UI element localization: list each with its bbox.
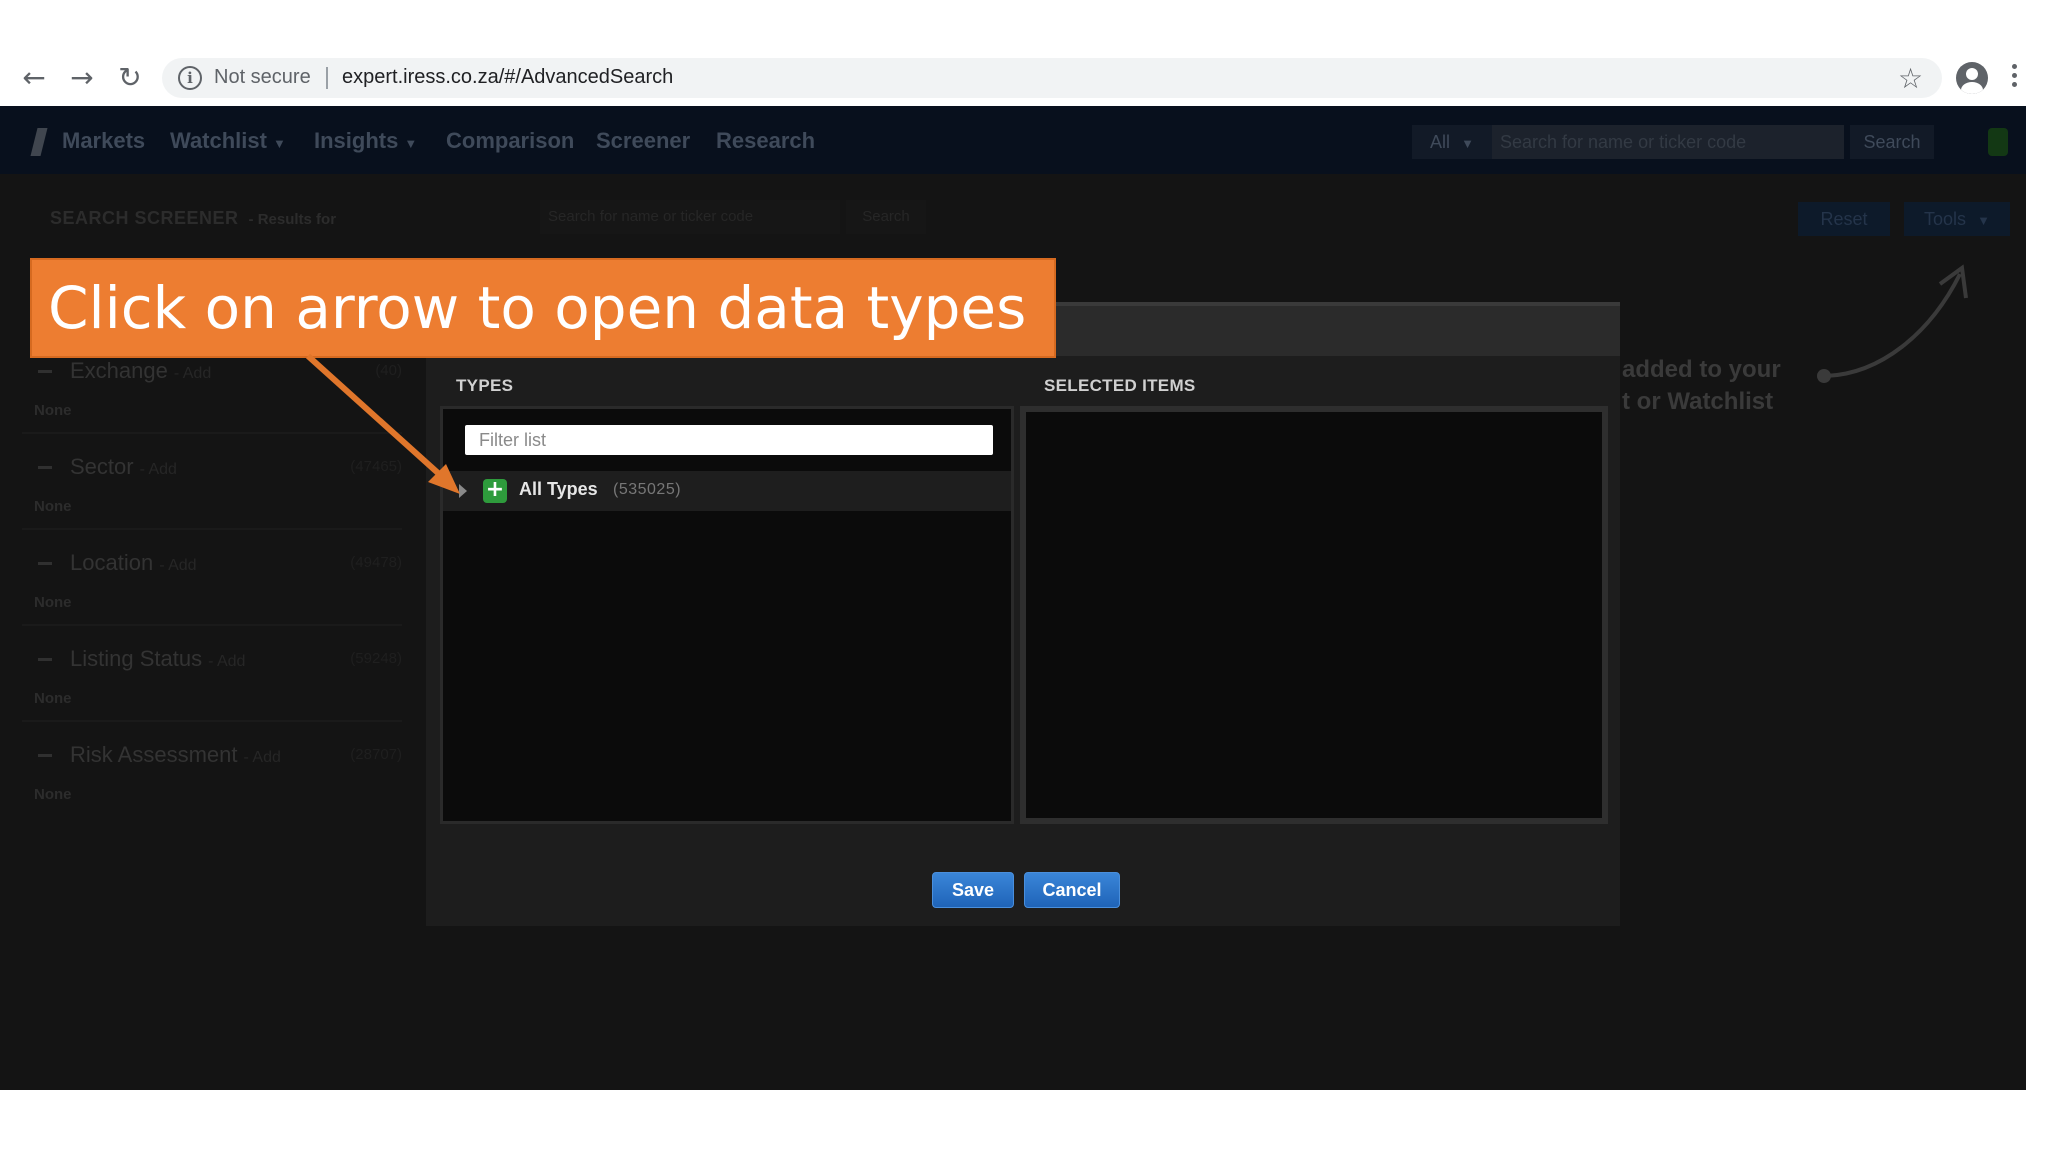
filter-count: (49478): [350, 554, 402, 571]
nav-markets[interactable]: Markets: [62, 128, 145, 154]
browser-toolbar: ← → ↻ i Not secure expert.iress.co.za/#/…: [0, 0, 2048, 106]
filter-name: Location - Add: [70, 550, 197, 576]
account-icon[interactable]: [1956, 62, 1988, 94]
security-label: Not secure: [214, 66, 311, 88]
tools-button-label: Tools: [1924, 209, 1967, 229]
screener-search-button[interactable]: Search: [846, 200, 926, 234]
nav-search-button[interactable]: Search: [1850, 125, 1934, 159]
filter-value: None: [34, 786, 72, 803]
screener-search-input[interactable]: Search for name or ticker code: [540, 200, 840, 234]
status-indicator[interactable]: [1988, 128, 2008, 156]
filter-name: Listing Status - Add: [70, 646, 245, 672]
save-button[interactable]: Save: [932, 872, 1014, 908]
info-icon[interactable]: i: [178, 66, 202, 90]
hint-line: t or Watchlist: [1622, 388, 1774, 415]
filter-name-text: Listing Status: [70, 646, 203, 671]
caret-down-icon: ▼: [404, 136, 418, 151]
filter-name-text: Exchange: [70, 358, 168, 383]
bookmark-star-icon[interactable]: ☆: [1898, 62, 1923, 95]
filter-name: Exchange - Add: [70, 358, 211, 384]
browser-menu-icon[interactable]: [2012, 64, 2018, 92]
filter-header[interactable]: Listing Status - Add (59248): [22, 644, 402, 684]
nav-comparison[interactable]: Comparison: [446, 128, 574, 154]
collapse-icon[interactable]: [38, 562, 52, 565]
nav-watchlist[interactable]: Watchlist ▼: [170, 128, 286, 154]
types-list-panel: Filter list + All Types (535025): [440, 406, 1014, 824]
cancel-button[interactable]: Cancel: [1024, 872, 1120, 908]
app-navbar: Markets Watchlist ▼ Insights ▼ Comparison …: [0, 106, 2026, 174]
page-title: SEARCH SCREENER - Results for: [50, 208, 336, 229]
selected-items-panel: [1020, 406, 1608, 824]
address-bar[interactable]: i Not secure expert.iress.co.za/#/Advanc…: [162, 58, 1942, 98]
filter-value: None: [34, 498, 72, 515]
collapse-icon[interactable]: [38, 658, 52, 661]
nav-research[interactable]: Research: [716, 128, 815, 154]
tree-item-all-types[interactable]: + All Types (535025): [443, 471, 1011, 511]
page-subtitle: - Results for: [248, 211, 337, 228]
filter-header[interactable]: Risk Assessment - Add (28707): [22, 740, 402, 780]
page-bottom-margin: [0, 1090, 2048, 1152]
filter-value: None: [34, 690, 72, 707]
tools-button[interactable]: Tools ▼: [1904, 202, 2010, 236]
selected-items-header: SELECTED ITEMS: [1044, 376, 1196, 395]
add-plus-icon[interactable]: +: [483, 479, 507, 503]
background-hint: added to your t or Watchlist: [1622, 354, 1781, 418]
filter-add-link[interactable]: - Add: [174, 365, 211, 382]
collapse-icon[interactable]: [38, 754, 52, 757]
hint-curve-arrow: [1817, 264, 1968, 383]
filter-name-text: Risk Assessment: [70, 742, 238, 767]
caret-down-icon: ▼: [1977, 213, 1990, 228]
filter-add-link[interactable]: - Add: [244, 749, 281, 766]
nav-insights[interactable]: Insights ▼: [314, 128, 417, 154]
reset-button[interactable]: Reset: [1798, 202, 1890, 236]
url-text[interactable]: expert.iress.co.za/#/AdvancedSearch: [342, 66, 673, 89]
tree-item-count: (535025): [613, 481, 682, 498]
types-modal: TYPES SELECTED ITEMS Filter list + All T…: [426, 302, 1620, 926]
app-window: Markets Watchlist ▼ Insights ▼ Comparison …: [0, 106, 2026, 1090]
filter-name-text: Location: [70, 550, 154, 575]
filter-value: None: [34, 402, 72, 419]
reload-icon[interactable]: ↻: [114, 62, 146, 94]
filter-name: Risk Assessment - Add: [70, 742, 281, 768]
filter-list-input[interactable]: Filter list: [465, 425, 993, 455]
filter-name-text: Sector: [70, 454, 134, 479]
hint-line: added to your: [1622, 356, 1781, 383]
filter-add-link[interactable]: - Add: [140, 461, 177, 478]
back-icon[interactable]: ←: [18, 62, 50, 94]
tree-item-label: All Types: [519, 479, 598, 499]
market-select[interactable]: All ▼: [1412, 125, 1492, 159]
filter-header[interactable]: Location - Add (49478): [22, 548, 402, 588]
filter-count: (28707): [350, 746, 402, 763]
caret-down-icon: ▼: [1461, 136, 1474, 151]
market-select-label: All: [1430, 132, 1451, 152]
nav-search-input[interactable]: Search for name or ticker code: [1492, 125, 1844, 159]
filter-add-link[interactable]: - Add: [159, 557, 196, 574]
divider: [22, 624, 402, 626]
filter-name: Sector - Add: [70, 454, 177, 480]
filter-count: (59248): [350, 650, 402, 667]
divider: [22, 720, 402, 722]
nav-insights-label: Insights: [314, 128, 399, 153]
forward-icon[interactable]: →: [66, 62, 98, 94]
tutorial-callout: Click on arrow to open data types: [30, 258, 1056, 358]
collapse-icon[interactable]: [38, 466, 52, 469]
address-separator: [326, 67, 328, 89]
callout-text: Click on arrow to open data types: [48, 274, 1027, 342]
divider: [22, 528, 402, 530]
iress-logo[interactable]: [30, 128, 48, 156]
collapse-icon[interactable]: [38, 370, 52, 373]
nav-watchlist-label: Watchlist: [170, 128, 267, 153]
caret-down-icon: ▼: [272, 136, 286, 151]
filter-add-link[interactable]: - Add: [208, 653, 245, 670]
page-title-text: SEARCH SCREENER: [50, 208, 239, 228]
callout-arrow-icon: [305, 353, 460, 494]
filter-value: None: [34, 594, 72, 611]
nav-screener[interactable]: Screener: [596, 128, 690, 154]
